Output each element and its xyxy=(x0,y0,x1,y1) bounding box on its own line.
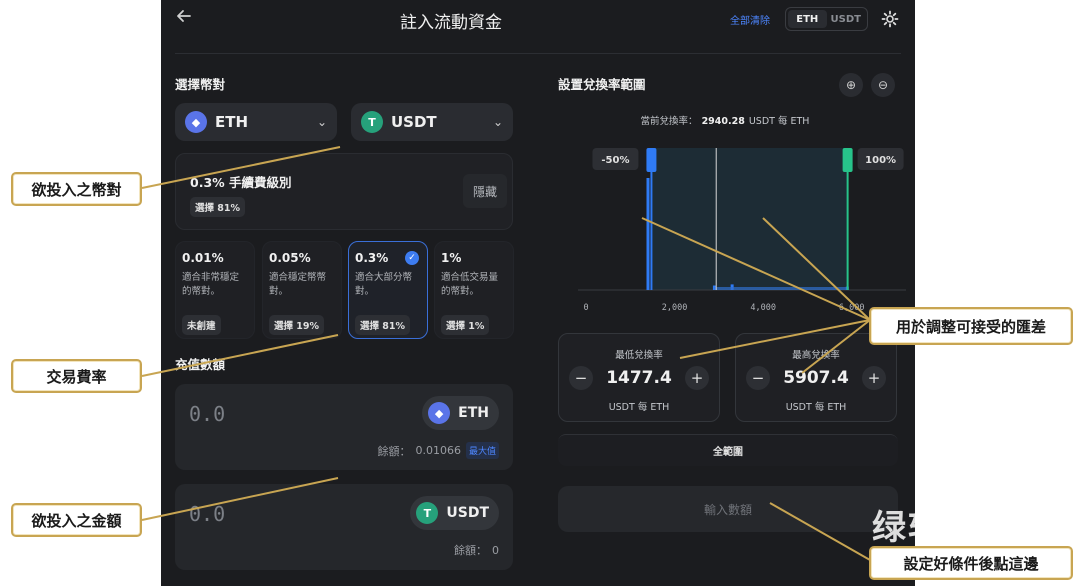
min-handle-grip xyxy=(646,148,657,172)
fee-selected-chip: 選擇 81% xyxy=(190,197,246,217)
page-title: 註入流動資金 xyxy=(400,13,502,33)
min-price-unit: USDT 每 ETH xyxy=(608,402,670,413)
annotation-fee: 交易費率 xyxy=(11,359,142,393)
eth-balance: 餘額： 0.01066 最大值 xyxy=(377,442,499,459)
screenshot-stage: 註入流動資金 全部清除 ETH USDT 選擇幣對 ◆ ETH ⌄ T USDT… xyxy=(0,0,1075,586)
chevron-down-icon: ⌄ xyxy=(492,115,503,129)
max-price-box: 最高兌換率 − 5907.4 + USDT 每 ETH xyxy=(735,333,897,422)
fee-tier-0.01[interactable]: 0.01% 適合非常穩定的幣對。 未創建 xyxy=(175,241,255,339)
toggle-eth[interactable]: ETH xyxy=(788,10,827,28)
x-tick-label: 4,000 xyxy=(750,303,776,313)
liquidity-bar xyxy=(646,178,650,290)
tier-description: 適合低交易量的幣對。 xyxy=(441,272,499,298)
annotation-submit: 設定好條件後點這邊 xyxy=(869,546,1073,580)
zoom-out-icon[interactable]: ⊖ xyxy=(871,73,895,97)
liquidity-band xyxy=(714,287,848,290)
toggle-usdt[interactable]: USDT xyxy=(827,10,866,28)
fee-level-label: 0.3% 手續費級別 xyxy=(190,175,292,190)
current-price-label: 當前兌換率： xyxy=(640,116,698,127)
min-price-increment-button[interactable]: + xyxy=(685,366,709,390)
pair-section-title: 選擇幣對 xyxy=(175,77,226,92)
tier-percent: 1% xyxy=(441,251,462,265)
tier-description: 適合穩定幣幣對。 xyxy=(269,272,327,298)
deposit-section-title: 充值數額 xyxy=(175,357,226,372)
annotation-range: 用於調整可接受的匯差 xyxy=(869,307,1073,345)
ethereum-icon: ◆ xyxy=(428,402,451,424)
fee-tier-0.05[interactable]: 0.05% 適合穩定幣幣對。 選擇 19% xyxy=(262,241,342,339)
zoom-in-icon[interactable]: ⊕ xyxy=(839,73,863,97)
gear-icon[interactable] xyxy=(880,9,900,29)
chevron-down-icon: ⌄ xyxy=(316,115,327,129)
usdt-balance: 餘額： 0 xyxy=(454,542,499,558)
tether-icon: T xyxy=(416,502,439,524)
tier-chip: 未創建 xyxy=(182,315,221,335)
tier-percent: 0.01% xyxy=(182,251,224,265)
x-tick-label: 0 xyxy=(583,303,588,313)
tier-percent: 0.05% xyxy=(269,251,311,265)
tether-icon: T xyxy=(361,111,383,133)
eth-amount-box: 0.0 ◆ ETH 餘額： 0.01066 最大值 xyxy=(175,384,513,470)
x-tick-label: 6,000 xyxy=(839,303,865,313)
min-price-label: 最低兌換率 xyxy=(615,350,663,361)
range-section-title: 設置兌換率範圍 xyxy=(558,77,646,92)
max-price-increment-button[interactable]: + xyxy=(862,366,886,390)
eth-token-badge: ◆ ETH xyxy=(422,396,499,430)
clear-all-link[interactable]: 全部清除 xyxy=(730,12,770,27)
max-price-unit: USDT 每 ETH xyxy=(785,402,847,413)
usdt-amount-box: 0.0 T USDT 餘額： 0 xyxy=(175,484,513,570)
min-price-box: 最低兌換率 − 1477.4 + USDT 每 ETH xyxy=(558,333,720,422)
annotation-pair: 欲投入之幣對 xyxy=(11,172,142,206)
full-range-button[interactable]: 全範圍 xyxy=(558,434,898,466)
tier-chip: 選擇 1% xyxy=(441,315,490,335)
token-a-select[interactable]: ◆ ETH ⌄ xyxy=(175,103,337,141)
eth-token-symbol: ETH xyxy=(458,405,489,421)
denomination-toggle: ETH USDT xyxy=(785,7,868,31)
max-handle-grip xyxy=(842,148,853,172)
annotation-amount: 欲投入之金額 xyxy=(11,503,142,537)
check-icon: ✓ xyxy=(405,251,419,265)
balance-label: 餘額： xyxy=(377,444,411,458)
balance-value: 0 xyxy=(492,543,499,557)
token-a-symbol: ETH xyxy=(215,113,249,131)
usdt-token-badge: T USDT xyxy=(410,496,499,530)
max-button[interactable]: 最大值 xyxy=(465,442,499,459)
range-band xyxy=(651,148,848,290)
fee-level-box: 0.3% 手續費級別 選擇 81% 隱藏 xyxy=(175,153,513,230)
enter-amount-button[interactable]: 輸入數額 xyxy=(558,486,898,532)
ethereum-icon: ◆ xyxy=(185,111,207,133)
tier-description: 適合非常穩定的幣對。 xyxy=(182,272,240,298)
hide-fee-tiers-button[interactable]: 隱藏 xyxy=(463,174,507,208)
fee-tier-1[interactable]: 1% 適合低交易量的幣對。 選擇 1% xyxy=(434,241,514,339)
tier-description: 適合大部分幣對。 xyxy=(355,272,413,298)
tier-chip: 選擇 19% xyxy=(269,315,325,335)
eth-amount-input[interactable]: 0.0 xyxy=(189,402,225,426)
current-price: 當前兌換率： 2940.28 USDT 每 ETH xyxy=(558,113,892,127)
add-liquidity-panel: 註入流動資金 全部清除 ETH USDT 選擇幣對 ◆ ETH ⌄ T USDT… xyxy=(161,0,915,586)
tier-chip: 選擇 81% xyxy=(355,315,411,335)
header-divider xyxy=(175,53,901,54)
liquidity-chart[interactable]: -50% 100% 0 2,000 4,000 6,000 xyxy=(576,140,906,320)
token-b-symbol: USDT xyxy=(391,113,437,131)
usdt-amount-input[interactable]: 0.0 xyxy=(189,502,225,526)
max-percent-label: 100% xyxy=(865,155,896,166)
token-b-select[interactable]: T USDT ⌄ xyxy=(351,103,513,141)
min-percent-label: -50% xyxy=(601,155,629,166)
current-price-unit: USDT 每 ETH xyxy=(748,116,810,127)
max-price-label: 最高兌換率 xyxy=(792,350,840,361)
current-price-value: 2940.28 xyxy=(701,116,745,127)
balance-label: 餘額： xyxy=(454,544,487,557)
watermark: 绿软 xyxy=(872,508,944,548)
usdt-token-symbol: USDT xyxy=(446,505,489,521)
x-tick-label: 2,000 xyxy=(662,303,688,313)
fee-tier-0.3[interactable]: 0.3% ✓ 適合大部分幣對。 選擇 81% xyxy=(348,241,428,339)
balance-value: 0.01066 xyxy=(415,444,461,457)
